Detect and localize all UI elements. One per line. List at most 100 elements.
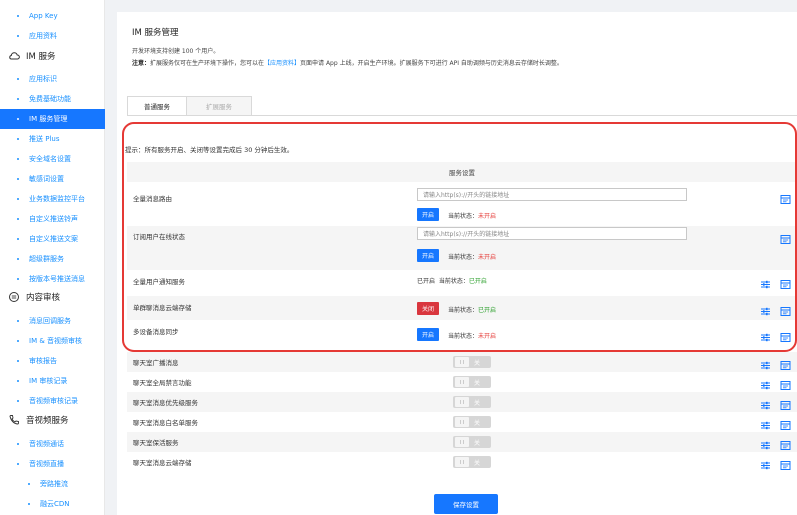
settings-sliders-icon[interactable] <box>760 396 771 410</box>
notice-part2: 页面申请 App 上线，开启生产环境。扩展服务下可进行 API 自助调频与历史消… <box>300 60 563 67</box>
priority-toggle[interactable]: 关 <box>453 396 491 408</box>
toggle-knob <box>455 377 469 387</box>
sidebar-item-label: 审核报告 <box>29 357 57 365</box>
sidebar-item-monitor[interactable]: 业务数据监控平台 <box>0 189 105 209</box>
sidebar-item-push-text[interactable]: 自定义推送文案 <box>0 229 105 249</box>
bullet-icon <box>17 158 19 160</box>
sidebar-item-av-call[interactable]: 音视频通话 <box>0 434 105 454</box>
sidebar-item-label: IM 审核记录 <box>29 377 68 385</box>
bullet-icon <box>17 463 19 465</box>
sidebar-item-label: 应用标识 <box>29 75 57 83</box>
toggle-knob <box>455 417 469 427</box>
sidebar-item-label: 自定义推送文案 <box>29 235 78 243</box>
toggle-state: 关 <box>474 419 481 427</box>
sidebar-item-free-basic[interactable]: 免费基础功能 <box>0 89 105 109</box>
sidebar-item-label: 超级群服务 <box>29 255 64 263</box>
notice-part1: 扩展服务仅可在生产环境下操作，您可以在 <box>150 60 265 67</box>
sidebar-item-av-audit[interactable]: IM & 音视频审核 <box>0 331 105 351</box>
sidebar-item-label: 按版本号推送消息 <box>29 275 85 283</box>
cloud-icon <box>8 50 20 62</box>
sidebar-item-label: App Key <box>29 12 58 20</box>
bullet-icon <box>17 138 19 140</box>
bullet-icon <box>17 340 19 342</box>
toggle-knob <box>455 357 469 367</box>
sidebar-item-ultra-group[interactable]: 超级群服务 <box>0 249 105 269</box>
sidebar-item-sensitive[interactable]: 敏感词设置 <box>0 169 105 189</box>
row-label: 聊天室消息云端存储 <box>133 459 192 467</box>
highlight-outline <box>122 122 797 352</box>
bullet-icon <box>17 35 19 37</box>
tab-extended-services[interactable]: 扩展服务 <box>187 96 252 116</box>
video-call-icon <box>8 414 20 426</box>
cloud-storage-toggle[interactable]: 关 <box>453 456 491 468</box>
toggle-knob <box>455 437 469 447</box>
sidebar-item-label: 应用资料 <box>29 32 57 40</box>
toggle-state: 关 <box>474 359 481 367</box>
sidebar-item-ringtone[interactable]: 自定义推送铃声 <box>0 209 105 229</box>
sidebar-item-domain[interactable]: 安全域名设置 <box>0 149 105 169</box>
sidebar-group-av[interactable]: 音视频服务 <box>0 410 105 430</box>
sidebar-item-push-plus[interactable]: 推送 Plus <box>0 129 105 149</box>
app-info-link[interactable]: 【应用资料】 <box>264 60 300 67</box>
save-settings-button[interactable]: 保存设置 <box>434 494 498 514</box>
whitelist-toggle[interactable]: 关 <box>453 416 491 428</box>
sidebar: App Key 应用资料 IM 服务 应用标识 免费基础功能 IM 服务管理 推… <box>0 0 105 515</box>
sidebar-group-label: 音视频服务 <box>26 416 69 426</box>
sidebar-item-app-id[interactable]: 应用标识 <box>0 69 105 89</box>
detail-doc-icon[interactable] <box>780 376 791 390</box>
sidebar-item-callback[interactable]: 消息回调服务 <box>0 311 105 331</box>
toggle-state: 关 <box>474 379 481 387</box>
sidebar-item-label: 推送 Plus <box>29 135 60 143</box>
settings-sliders-icon[interactable] <box>760 356 771 370</box>
bullet-icon <box>17 15 19 17</box>
sidebar-item-app-info[interactable]: 应用资料 <box>0 26 105 46</box>
settings-sliders-icon[interactable] <box>760 436 771 450</box>
sidebar-group-moderation[interactable]: 内容审核 <box>0 287 105 307</box>
bullet-icon <box>17 320 19 322</box>
sidebar-item-label: 音视频直播 <box>29 460 64 468</box>
sidebar-item-relay-push[interactable]: 旁路推流 <box>0 474 105 494</box>
detail-doc-icon[interactable] <box>780 356 791 370</box>
detail-doc-icon[interactable] <box>780 416 791 430</box>
sidebar-item-app-key[interactable]: App Key <box>0 6 105 26</box>
bullet-icon <box>17 400 19 402</box>
sidebar-group-label: IM 服务 <box>26 52 56 62</box>
sidebar-item-im-service[interactable]: IM 服务管理 <box>0 109 105 129</box>
toggle-state: 关 <box>474 399 481 407</box>
detail-doc-icon[interactable] <box>780 436 791 450</box>
sidebar-item-label: 音视频通话 <box>29 440 64 448</box>
sidebar-group-im[interactable]: IM 服务 <box>0 46 105 66</box>
toggle-knob <box>455 457 469 467</box>
settings-sliders-icon[interactable] <box>760 376 771 390</box>
sidebar-item-label: 免费基础功能 <box>29 95 71 103</box>
sidebar-item-im-audit-log[interactable]: IM 审核记录 <box>0 371 105 391</box>
page-title: IM 服务管理 <box>132 28 179 38</box>
detail-doc-icon[interactable] <box>780 456 791 470</box>
sidebar-item-label: 敏感词设置 <box>29 175 64 183</box>
bullet-icon <box>17 198 19 200</box>
tab-normal-services[interactable]: 普通服务 <box>127 96 187 116</box>
bullet-icon <box>17 98 19 100</box>
settings-sliders-icon[interactable] <box>760 456 771 470</box>
notice-text: 注意：扩展服务仅可在生产环境下操作，您可以在【应用资料】页面申请 App 上线，… <box>132 58 563 67</box>
global-mute-toggle[interactable]: 关 <box>453 376 491 388</box>
sidebar-group-label: 内容审核 <box>26 293 61 303</box>
keepalive-toggle[interactable]: 关 <box>453 436 491 448</box>
bullet-icon <box>17 278 19 280</box>
sidebar-item-audit-report[interactable]: 审核报告 <box>0 351 105 371</box>
toggle-state: 关 <box>474 459 481 467</box>
broadcast-toggle[interactable]: 关 <box>453 356 491 368</box>
sidebar-item-version-push[interactable]: 按版本号推送消息 <box>0 269 105 289</box>
row-label: 聊天室消息优先级服务 <box>133 399 198 407</box>
page-description: 开发环境支持创建 100 个用户。 <box>132 48 220 55</box>
sidebar-item-label: 安全域名设置 <box>29 155 71 163</box>
detail-doc-icon[interactable] <box>780 396 791 410</box>
tab-divider <box>127 115 797 116</box>
sidebar-item-label: 融云CDN <box>40 500 70 508</box>
sidebar-item-cdn[interactable]: 融云CDN <box>0 494 105 514</box>
bullet-icon <box>17 178 19 180</box>
sidebar-item-av-audit-log[interactable]: 音视频审核记录 <box>0 391 105 411</box>
row-label: 聊天室消息白名单服务 <box>133 419 198 427</box>
settings-sliders-icon[interactable] <box>760 416 771 430</box>
sidebar-item-live[interactable]: 音视频直播 <box>0 454 105 474</box>
